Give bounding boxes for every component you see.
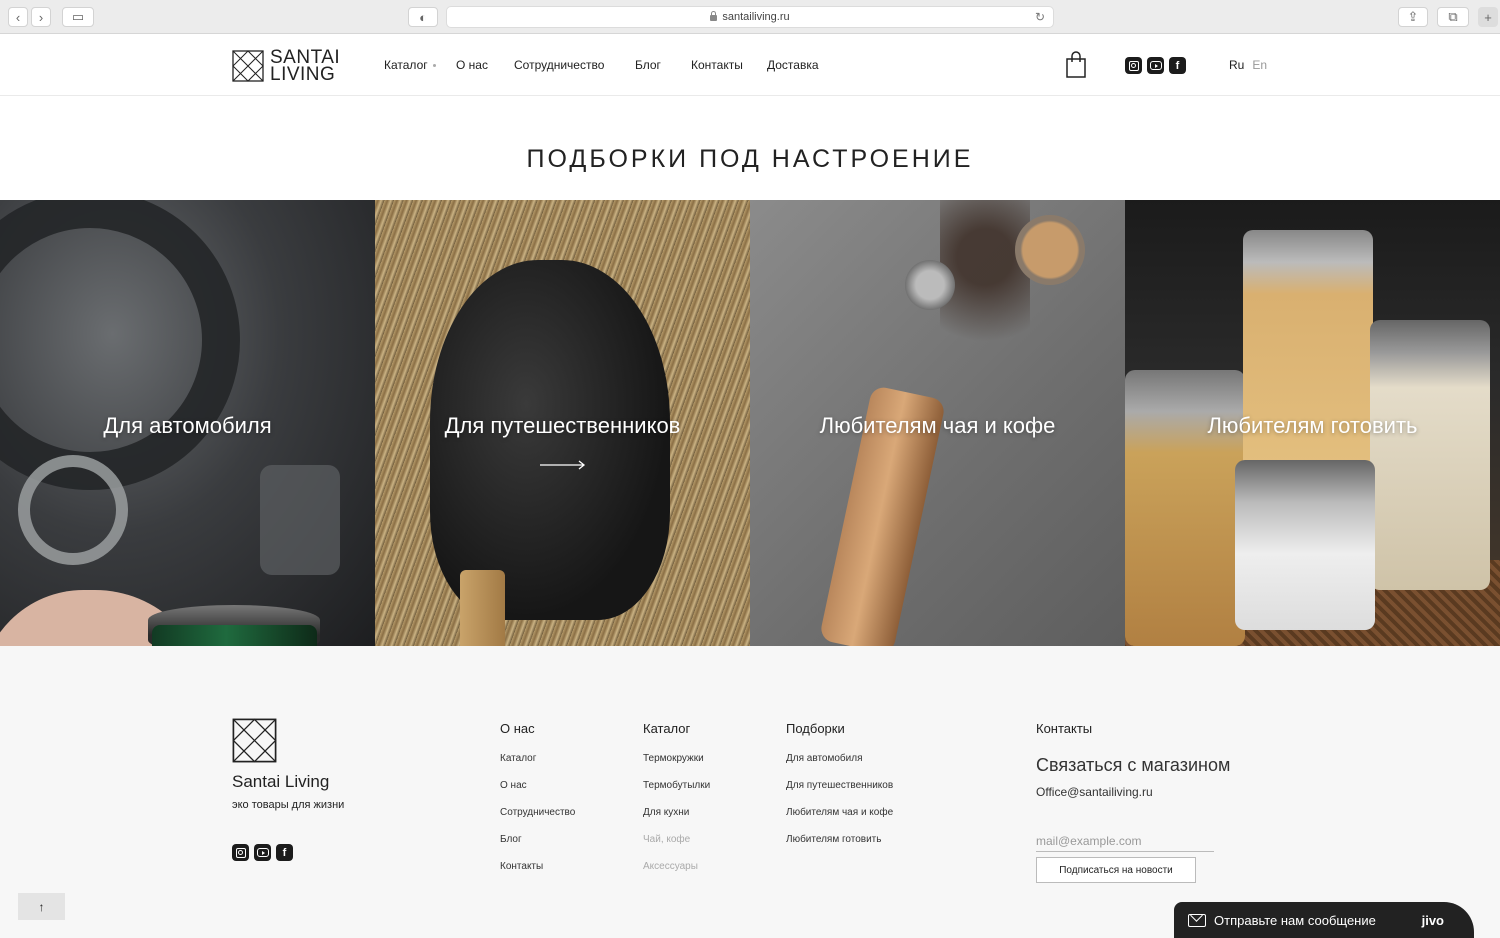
arrow-right-icon — [540, 460, 586, 470]
footer-heading-contacts: Контакты — [1036, 721, 1093, 736]
footer-link-mugs[interactable]: Термокружки — [643, 753, 710, 765]
footer-brand: Santai Living — [232, 772, 330, 791]
instagram-icon[interactable] — [232, 844, 249, 861]
footer-link-cooperation[interactable]: Сотрудничество — [500, 807, 575, 819]
facebook-icon[interactable]: f — [1169, 57, 1186, 74]
tile-car-image — [0, 200, 240, 490]
nav-contacts[interactable]: Контакты — [691, 58, 743, 72]
lock-icon — [710, 11, 718, 21]
footer-link-blog[interactable]: Блог — [500, 834, 575, 846]
footer-link-contacts[interactable]: Контакты — [500, 861, 575, 873]
footer-heading-about: О нас — [500, 721, 535, 736]
footer-col-about: О нас Каталог О нас Сотрудничество Блог … — [500, 721, 575, 888]
lang-ru[interactable]: Ru — [1229, 58, 1244, 72]
tile-travel-image — [430, 260, 670, 620]
address-text: santailiving.ru — [722, 11, 790, 23]
header-socials: f — [1125, 57, 1186, 74]
nav-about[interactable]: О нас — [456, 58, 488, 72]
nav-delivery[interactable]: Доставка — [767, 58, 819, 72]
sidebar-icon[interactable]: ▭ — [62, 7, 94, 27]
footer-col-collections: Подборки Для автомобиля Для путешественн… — [786, 721, 893, 861]
chat-brand: jivo — [1421, 912, 1444, 928]
tile-cooking-label: Любителям готовить — [1207, 413, 1418, 438]
footer-logo-icon[interactable] — [232, 718, 277, 763]
shopping-bag-icon[interactable] — [1064, 51, 1088, 79]
address-bar[interactable]: santailiving.ru ↻ — [446, 6, 1054, 28]
footer-link-accessories[interactable]: Аксессуары — [643, 861, 710, 873]
logo-mark-icon — [232, 50, 264, 82]
privacy-shield-icon[interactable]: ◐ — [408, 7, 438, 27]
footer-link-tea[interactable]: Любителям чая и кофе — [786, 807, 893, 819]
footer-link-cooking[interactable]: Любителям готовить — [786, 834, 893, 846]
tile-tea[interactable]: Любителям чая и кофе — [750, 200, 1125, 646]
footer-link-tea-coffee[interactable]: Чай, кофе — [643, 834, 710, 846]
reload-icon[interactable]: ↻ — [1035, 10, 1045, 24]
page-title: ПОДБОРКИ ПОД НАСТРОЕНИЕ — [526, 145, 974, 173]
scroll-to-top-button[interactable]: ↑ — [18, 893, 65, 920]
footer-tagline: эко товары для жизни — [232, 799, 345, 811]
tile-cooking[interactable]: Любителям готовить — [1125, 200, 1500, 646]
footer-heading-collections: Подборки — [786, 721, 845, 736]
footer-col-catalog: Каталог Термокружки Термобутылки Для кух… — [643, 721, 710, 888]
browser-toolbar: ‹ › ▭ ◐ santailiving.ru ↻ ⇪ ⧉ + — [0, 0, 1500, 34]
footer-contacts: Контакты Связаться с магазином Office@sa… — [1036, 721, 1230, 799]
footer-link-about[interactable]: О нас — [500, 780, 575, 792]
site-footer: Santai Living эко товары для жизни f О н… — [0, 646, 1500, 938]
footer-link-catalog[interactable]: Каталог — [500, 753, 575, 765]
tile-car[interactable]: Для автомобиля — [0, 200, 375, 646]
footer-link-car[interactable]: Для автомобиля — [786, 753, 893, 765]
facebook-icon[interactable]: f — [276, 844, 293, 861]
tile-travel[interactable]: Для путешественников — [375, 200, 750, 646]
footer-socials: f — [232, 844, 293, 861]
tile-travel-label: Для путешественников — [444, 413, 681, 438]
nav-blog[interactable]: Блог — [635, 58, 661, 72]
subscribe-button[interactable]: Подписаться на новости — [1036, 857, 1196, 883]
footer-link-travel[interactable]: Для путешественников — [786, 780, 893, 792]
envelope-icon — [1188, 913, 1206, 927]
language-switcher: Ru En — [1229, 58, 1267, 72]
logo-line-2: LIVING — [270, 64, 336, 85]
chat-widget[interactable]: Отправьте нам сообщение jivo — [1174, 902, 1474, 938]
lang-en[interactable]: En — [1252, 58, 1267, 72]
chat-label: Отправьте нам сообщение — [1214, 912, 1376, 928]
forward-icon[interactable]: › — [31, 7, 51, 27]
footer-heading-catalog: Каталог — [643, 721, 691, 736]
footer-link-bottles[interactable]: Термобутылки — [643, 780, 710, 792]
tabs-icon[interactable]: ⧉ — [1437, 7, 1469, 27]
contact-title: Связаться с магазином — [1036, 755, 1231, 775]
site-header: SANTAI LIVING Каталог О нас Сотрудничест… — [0, 34, 1500, 96]
contact-email[interactable]: Office@santailiving.ru — [1036, 785, 1230, 799]
new-tab-icon[interactable]: + — [1478, 7, 1498, 27]
nav-cooperation[interactable]: Сотрудничество — [514, 58, 604, 72]
footer-link-kitchen[interactable]: Для кухни — [643, 807, 710, 819]
tile-car-label: Для автомобиля — [103, 413, 272, 438]
youtube-icon[interactable] — [1147, 57, 1164, 74]
nav-catalog[interactable]: Каталог — [384, 58, 436, 72]
back-icon[interactable]: ‹ — [8, 7, 28, 27]
tile-tea-label: Любителям чая и кофе — [819, 413, 1056, 438]
instagram-icon[interactable] — [1125, 57, 1142, 74]
newsletter-email-input[interactable] — [1036, 830, 1214, 852]
site-logo[interactable]: SANTAI LIVING — [232, 48, 340, 85]
dropdown-dot-icon — [432, 64, 436, 67]
youtube-icon[interactable] — [254, 844, 271, 861]
share-icon[interactable]: ⇪ — [1398, 7, 1428, 27]
collections-grid: Для автомобиля Для путешественников Люби… — [0, 200, 1500, 646]
